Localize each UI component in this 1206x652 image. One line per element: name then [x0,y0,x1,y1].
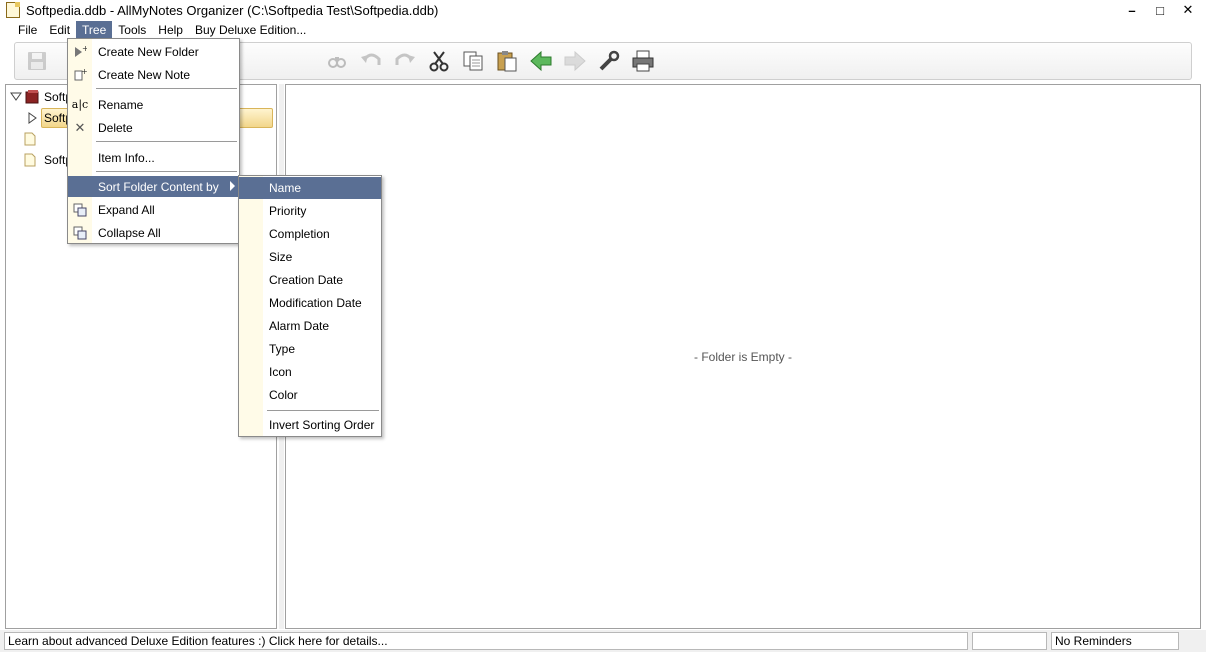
sort-option-type[interactable]: Type [239,338,381,360]
note-icon [24,132,36,146]
sort-submenu: Name Priority Completion Size Creation D… [238,175,382,437]
empty-folder-message: - Folder is Empty - [693,350,792,364]
submenu-arrow-icon [230,181,235,191]
status-reminders[interactable]: No Reminders [1051,632,1179,650]
sort-option-creation-date[interactable]: Creation Date [239,269,381,291]
forward-button[interactable] [561,47,589,75]
tree-item-note[interactable] [24,129,36,149]
menu-item-rename[interactable]: a|c Rename [68,94,239,115]
new-note-icon: + [68,64,92,85]
menu-help[interactable]: Help [152,21,189,39]
copy-button[interactable] [459,47,487,75]
minimize-button[interactable]: – [1118,1,1146,19]
title-bar: Softpedia.ddb - AllMyNotes Organizer (C:… [0,0,1206,20]
close-button[interactable]: ✕ [1174,1,1202,19]
undo-icon [361,53,381,65]
sort-option-completion[interactable]: Completion [239,223,381,245]
note-icon [24,153,36,167]
save-button[interactable] [23,47,51,75]
sort-option-alarm-date[interactable]: Alarm Date [239,315,381,337]
forward-arrow-icon [564,50,586,72]
menu-tree[interactable]: Tree [76,21,113,39]
sort-option-icon[interactable]: Icon [239,361,381,383]
window-controls: – □ ✕ [1118,1,1202,19]
find-button[interactable] [323,47,351,75]
options-button[interactable] [595,47,623,75]
sort-option-name[interactable]: Name [239,177,381,199]
collapse-arrow-icon [10,92,22,101]
status-middle-cell [972,632,1047,650]
menu-item-delete[interactable]: ✕ Delete [68,117,239,138]
print-icon [632,50,654,72]
expand-arrow-icon [28,112,37,124]
redo-icon [395,53,415,65]
status-deluxe-link[interactable]: Learn about advanced Deluxe Edition feat… [4,632,968,650]
rename-icon: a|c [71,98,89,111]
database-book-icon [25,90,39,104]
maximize-button[interactable]: □ [1146,1,1174,19]
cut-icon [429,51,449,72]
menu-edit[interactable]: Edit [43,21,76,39]
menu-tools[interactable]: Tools [112,21,152,39]
menu-item-expand-all[interactable]: Expand All [68,199,239,220]
redo-button[interactable] [391,47,419,75]
sort-option-modification-date[interactable]: Modification Date [239,292,381,314]
cut-button[interactable] [425,47,453,75]
menu-item-create-note[interactable]: + Create New Note [68,64,239,85]
content-panel[interactable]: - Folder is Empty - [285,84,1201,629]
save-icon [28,52,46,70]
status-bar: Learn about advanced Deluxe Edition feat… [0,630,1206,652]
back-arrow-icon [530,50,552,72]
tree-menu-dropdown: + Create New Folder + Create New Note a|… [67,38,240,244]
copy-icon [463,51,483,71]
menu-item-sort-by[interactable]: Sort Folder Content by [68,176,239,197]
menu-file[interactable]: File [12,21,43,39]
window-title: Softpedia.ddb - AllMyNotes Organizer (C:… [26,2,439,18]
menu-item-collapse-all[interactable]: Collapse All [68,222,239,243]
tree-item-note[interactable]: Softp [24,150,72,170]
back-button[interactable] [527,47,555,75]
paste-icon [497,51,517,72]
paste-button[interactable] [493,47,521,75]
delete-x-icon: ✕ [74,119,86,135]
wrench-icon [599,50,620,71]
sort-option-color[interactable]: Color [239,384,381,406]
print-button[interactable] [629,47,657,75]
undo-button[interactable] [357,47,385,75]
find-icon [328,57,346,68]
sort-option-size[interactable]: Size [239,246,381,268]
tree-item-selected[interactable]: Softp [26,108,72,128]
svg-text:+: + [81,68,87,76]
menu-buy-deluxe[interactable]: Buy Deluxe Edition... [189,21,312,39]
new-folder-icon: + [68,41,92,62]
sort-option-invert-order[interactable]: Invert Sorting Order [239,414,381,436]
tree-root[interactable]: Softp [10,87,72,107]
collapse-all-icon [68,222,92,243]
menu-item-info[interactable]: Item Info... [68,147,239,168]
svg-text:+: + [82,45,87,53]
app-icon [6,2,20,18]
sort-option-priority[interactable]: Priority [239,200,381,222]
menu-bar: File Edit Tree Tools Help Buy Deluxe Edi… [0,20,1206,40]
menu-item-create-folder[interactable]: + Create New Folder [68,41,239,62]
expand-all-icon [68,199,92,220]
